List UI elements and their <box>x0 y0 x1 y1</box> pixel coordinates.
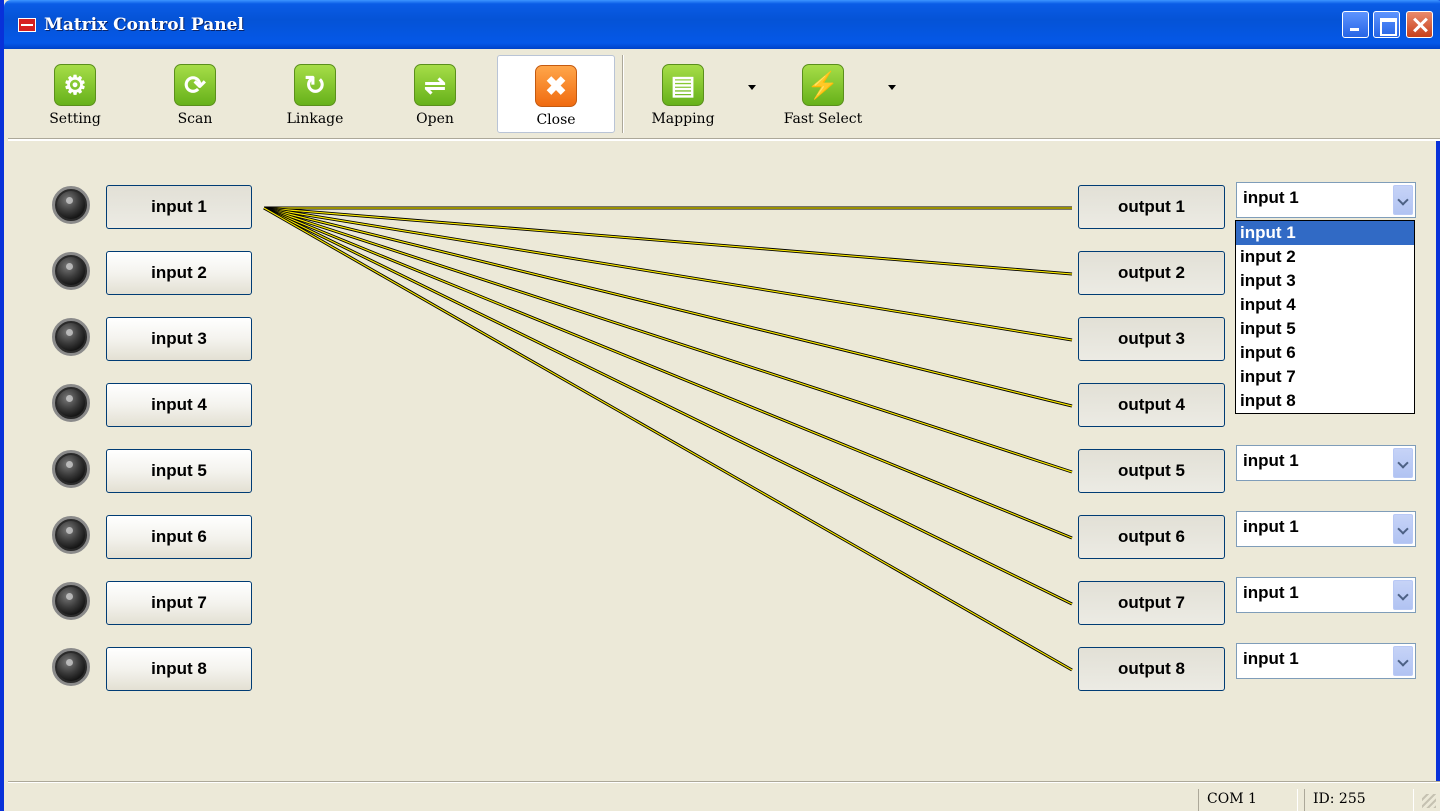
input-indicator-led <box>52 252 90 290</box>
input-indicator-led <box>52 318 90 356</box>
open-label: Open <box>416 111 454 127</box>
window-title: Matrix Control Panel <box>44 15 244 35</box>
input-button-6[interactable]: input 6 <box>106 515 252 559</box>
source-select-output-8[interactable]: input 1 <box>1236 643 1416 679</box>
scan-button[interactable]: ⟳ Scan <box>136 55 254 133</box>
connect-icon: ⇌ <box>414 64 456 106</box>
source-select-value: input 1 <box>1243 583 1299 602</box>
chevron-down-icon[interactable] <box>1393 514 1413 544</box>
status-port: COM 1 <box>1198 789 1298 811</box>
dropdown-option[interactable]: input 5 <box>1236 317 1414 341</box>
dropdown-option[interactable]: input 4 <box>1236 293 1414 317</box>
source-select-value: input 1 <box>1243 517 1299 536</box>
close-window-button[interactable] <box>1406 11 1433 38</box>
input-indicator-led <box>52 186 90 224</box>
input-button-4[interactable]: input 4 <box>106 383 252 427</box>
fast-select-label: Fast Select <box>783 111 863 127</box>
toolbar: ⚙ Setting ⟳ Scan ↻ Linkage ⇌ Open ✖ Clos… <box>8 49 1440 141</box>
source-select-value: input 1 <box>1243 649 1299 668</box>
status-bar: COM 1 ID: 255 <box>8 781 1440 811</box>
setting-label: Setting <box>49 111 101 127</box>
source-select-value: input 1 <box>1243 451 1299 470</box>
output-button-3[interactable]: output 3 <box>1078 317 1225 361</box>
linkage-label: Linkage <box>286 111 344 127</box>
dropdown-option[interactable]: input 1 <box>1236 221 1414 245</box>
refresh-icon: ↻ <box>294 64 336 106</box>
route-line <box>263 207 1073 341</box>
chevron-down-icon[interactable] <box>1393 185 1413 215</box>
input-indicator-led <box>52 516 90 554</box>
status-device-id: ID: 255 <box>1304 789 1414 811</box>
input-indicator-led <box>52 582 90 620</box>
source-dropdown-list: input 1 input 2 input 3 input 4 input 5 … <box>1235 220 1415 414</box>
input-button-7[interactable]: input 7 <box>106 581 252 625</box>
resize-grip[interactable] <box>1422 794 1436 808</box>
source-select-value: input 1 <box>1243 188 1299 207</box>
fast-select-button[interactable]: ⚡ Fast Select <box>764 55 882 133</box>
scan-ring-icon: ⟳ <box>174 64 216 106</box>
route-line <box>263 207 1073 407</box>
input-indicator-led <box>52 648 90 686</box>
dropdown-option[interactable]: input 8 <box>1236 389 1414 413</box>
maximize-button[interactable] <box>1373 11 1400 38</box>
route-line <box>263 207 1073 275</box>
output-button-8[interactable]: output 8 <box>1078 647 1225 691</box>
lightning-icon: ⚡ <box>802 64 844 106</box>
dropdown-option[interactable]: input 2 <box>1236 245 1414 269</box>
close-x-icon: ✖ <box>535 65 577 107</box>
output-button-7[interactable]: output 7 <box>1078 581 1225 625</box>
input-button-8[interactable]: input 8 <box>106 647 252 691</box>
input-indicator-led <box>52 384 90 422</box>
output-button-2[interactable]: output 2 <box>1078 251 1225 295</box>
mapping-button[interactable]: ▤ Mapping <box>624 55 742 133</box>
minimize-button[interactable] <box>1342 11 1369 38</box>
setting-button[interactable]: ⚙ Setting <box>16 55 134 133</box>
source-select-output-6[interactable]: input 1 <box>1236 511 1416 547</box>
source-select-output-7[interactable]: input 1 <box>1236 577 1416 613</box>
source-select-output-1[interactable]: input 1 <box>1236 182 1416 218</box>
app-icon[interactable] <box>18 18 36 32</box>
input-button-1[interactable]: input 1 <box>106 185 252 229</box>
close-label: Close <box>536 112 576 128</box>
output-button-4[interactable]: output 4 <box>1078 383 1225 427</box>
source-select-output-5[interactable]: input 1 <box>1236 445 1416 481</box>
routing-area: input 1 input 2 input 3 input 4 input 5 … <box>8 142 1440 780</box>
title-bar[interactable]: Matrix Control Panel <box>4 0 1440 49</box>
input-button-2[interactable]: input 2 <box>106 251 252 295</box>
fast-select-dropdown-arrow[interactable] <box>888 85 896 90</box>
output-button-1[interactable]: output 1 <box>1078 185 1225 229</box>
chart-icon: ▤ <box>662 64 704 106</box>
output-button-6[interactable]: output 6 <box>1078 515 1225 559</box>
route-line <box>263 207 1073 473</box>
dropdown-option[interactable]: input 7 <box>1236 365 1414 389</box>
open-button[interactable]: ⇌ Open <box>376 55 494 133</box>
chevron-down-icon[interactable] <box>1393 580 1413 610</box>
wrench-icon: ⚙ <box>54 64 96 106</box>
scan-label: Scan <box>177 111 213 127</box>
mapping-label: Mapping <box>651 111 715 127</box>
chevron-down-icon[interactable] <box>1393 646 1413 676</box>
dropdown-option[interactable]: input 3 <box>1236 269 1414 293</box>
app-window: Matrix Control Panel ⚙ Setting ⟳ Scan ↻ … <box>0 0 1440 811</box>
input-button-3[interactable]: input 3 <box>106 317 252 361</box>
route-line <box>263 207 1073 539</box>
chevron-down-icon[interactable] <box>1393 448 1413 478</box>
route-line <box>263 207 1073 605</box>
mapping-dropdown-arrow[interactable] <box>748 85 756 90</box>
close-button[interactable]: ✖ Close <box>497 55 615 133</box>
linkage-button[interactable]: ↻ Linkage <box>256 55 374 133</box>
input-button-5[interactable]: input 5 <box>106 449 252 493</box>
dropdown-option[interactable]: input 6 <box>1236 341 1414 365</box>
input-indicator-led <box>52 450 90 488</box>
output-button-5[interactable]: output 5 <box>1078 449 1225 493</box>
route-line <box>263 207 1073 671</box>
